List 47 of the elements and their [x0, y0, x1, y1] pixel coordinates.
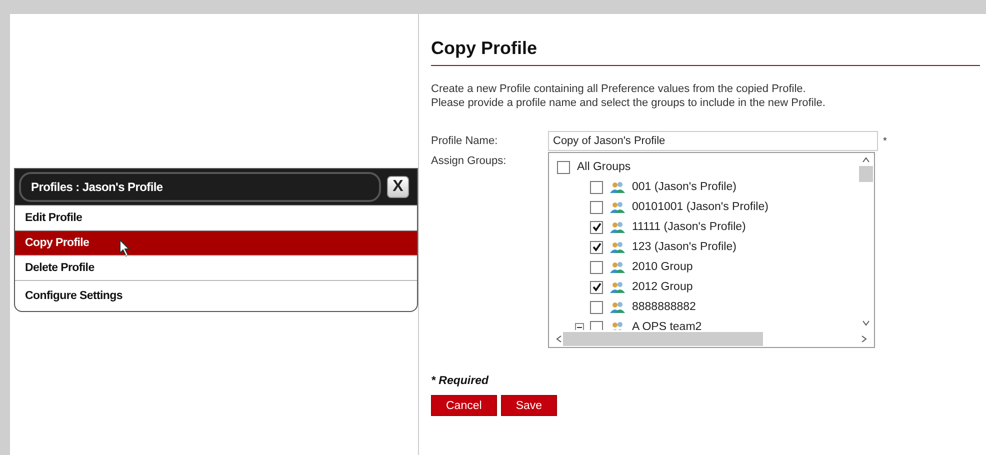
cursor-icon — [119, 239, 131, 257]
close-button[interactable]: X — [387, 176, 409, 198]
menu-item[interactable]: Copy Profile — [15, 230, 417, 255]
menu-item[interactable]: Configure Settings — [15, 280, 417, 311]
scroll-down-icon[interactable] — [862, 319, 870, 327]
checkbox[interactable] — [557, 160, 570, 174]
required-mark: * — [883, 136, 887, 146]
description-text: Create a new Profile containing all Preference values from the copied Profile. — [431, 82, 807, 96]
required-note: * Required — [431, 375, 490, 387]
checkbox[interactable] — [590, 280, 603, 294]
tree-item[interactable]: 2012 Group — [632, 281, 693, 293]
tree-item[interactable]: 00101001 (Jason's Profile) — [632, 201, 768, 213]
scroll-up-icon[interactable] — [862, 156, 870, 164]
checkbox[interactable] — [590, 300, 603, 314]
collapse-icon[interactable] — [575, 322, 584, 332]
group-icon — [609, 301, 626, 313]
save-button[interactable]: Save — [500, 395, 558, 416]
cancel-button[interactable]: Cancel — [431, 395, 497, 416]
checkbox[interactable] — [590, 240, 603, 254]
dialog-title: Copy Profile — [431, 28, 980, 66]
tree-item[interactable]: 11111 (Jason's Profile) — [632, 221, 746, 233]
group-icon — [609, 241, 626, 253]
scroll-thumb[interactable] — [563, 332, 763, 346]
scroll-right-icon[interactable] — [860, 334, 868, 342]
tree-item[interactable]: All Groups — [577, 161, 631, 173]
tree-item[interactable]: 123 (Jason's Profile) — [632, 241, 736, 253]
group-icon — [609, 221, 626, 233]
checkbox[interactable] — [590, 200, 603, 214]
field-label: Assign Groups: — [431, 155, 508, 167]
checkbox[interactable] — [590, 220, 603, 234]
group-icon — [609, 281, 626, 293]
tree-item[interactable]: 2010 Group — [632, 261, 693, 273]
menu-item[interactable]: Delete Profile — [15, 255, 417, 280]
menu-title: Profiles : Jason's Profile — [19, 172, 381, 202]
description-text: Please provide a profile name and select the groups to include in the new Profile. — [431, 96, 826, 110]
scroll-thumb[interactable] — [859, 166, 873, 182]
group-icon — [609, 181, 626, 193]
scroll-left-icon[interactable] — [555, 334, 563, 342]
tree-item[interactable]: A OPS team2 — [632, 321, 702, 333]
checkbox[interactable] — [590, 180, 603, 194]
input-field[interactable]: Copy of Jason's Profile — [548, 131, 878, 151]
checkbox[interactable] — [590, 260, 603, 274]
tree-item[interactable]: 8888888882 — [632, 301, 696, 313]
field-label: Profile Name: — [431, 135, 499, 147]
group-icon — [609, 201, 626, 213]
tree-item[interactable]: 001 (Jason's Profile) — [632, 181, 736, 193]
group-icon — [609, 261, 626, 273]
